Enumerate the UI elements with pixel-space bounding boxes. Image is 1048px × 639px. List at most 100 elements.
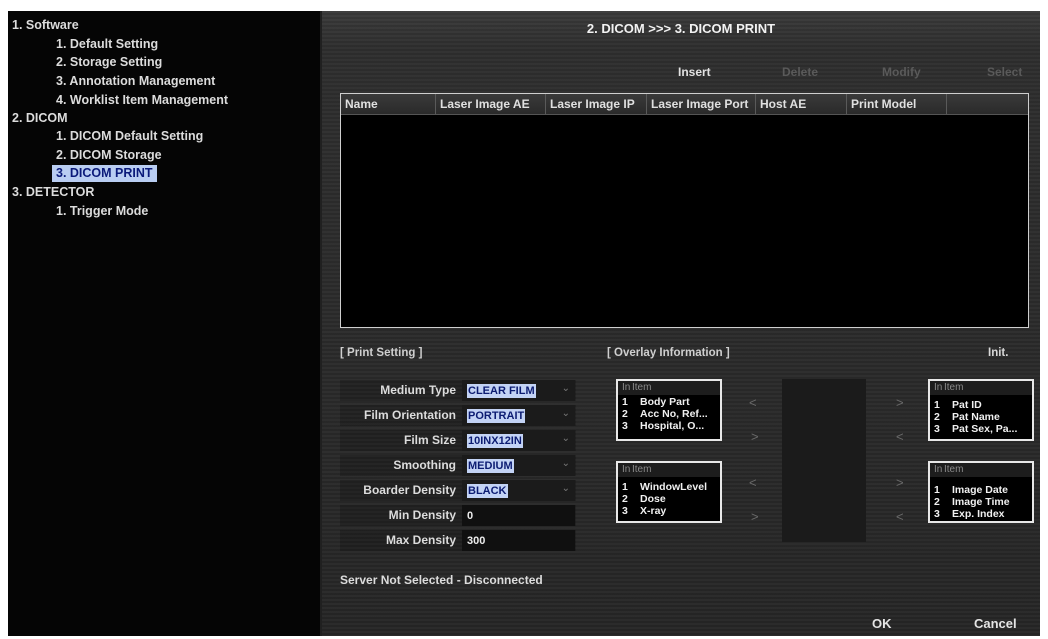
list-item-index: 3 — [622, 505, 628, 517]
list-item[interactable]: 2 Pat Name — [930, 411, 1032, 423]
list-item-index: 2 — [934, 496, 940, 508]
film-size-select[interactable]: 10INX12IN ⌄ — [462, 430, 575, 451]
item-column-header: Item — [944, 382, 964, 393]
chevron-down-icon: ⌄ — [561, 483, 570, 494]
move-right-arrow-icon[interactable]: > — [751, 509, 759, 524]
move-right-arrow-icon[interactable]: > — [751, 429, 759, 444]
max-density-input[interactable] — [462, 530, 575, 551]
print-server-table[interactable]: Name Laser Image AE Laser Image IP Laser… — [340, 93, 1029, 328]
print-setting-title: [ Print Setting ] — [340, 347, 423, 359]
move-right-arrow-icon[interactable]: > — [896, 475, 904, 490]
move-left-arrow-icon[interactable]: < — [749, 475, 757, 490]
delete-button[interactable]: Delete — [782, 65, 818, 79]
move-right-arrow-icon[interactable]: > — [896, 395, 904, 410]
move-left-arrow-icon[interactable]: < — [896, 429, 904, 444]
tree-item-dicom-default-setting[interactable]: 1. DICOM Default Setting — [56, 128, 203, 145]
select-button[interactable]: Select — [987, 65, 1022, 79]
tree-item-dicom-storage[interactable]: 2. DICOM Storage — [56, 147, 162, 164]
list-item-index: 2 — [622, 493, 628, 505]
overlay-bottom-left-list[interactable]: In Item 1 WindowLevel 2 Dose 3 X-ray — [616, 461, 722, 523]
item-column-header: Item — [944, 464, 964, 475]
tree-item-trigger-mode[interactable]: 1. Trigger Mode — [56, 203, 148, 220]
min-density-label: Min Density — [388, 508, 456, 522]
cancel-button[interactable]: Cancel — [974, 616, 1017, 631]
app-window: 1. Software 1. Default Setting 2. Storag… — [8, 11, 1040, 636]
overlay-top-right-list[interactable]: In Item 1 Pat ID 2 Pat Name 3 Pat Sex, Pa..… — [928, 379, 1034, 441]
list-item[interactable]: 1 Image Date — [930, 484, 1032, 496]
tree-item-dicom-print[interactable]: 3. DICOM PRINT — [52, 165, 157, 182]
border-density-label: Boarder Density — [363, 483, 456, 497]
list-item[interactable]: 2 Acc No, Ref... — [618, 408, 720, 420]
list-item-label: Pat Sex, Pa... — [952, 423, 1018, 435]
ok-button[interactable]: OK — [872, 616, 892, 631]
tree-item-annotation-management[interactable]: 3. Annotation Management — [56, 73, 215, 90]
smoothing-value: MEDIUM — [467, 459, 514, 473]
overlay-list-header: In Item — [618, 463, 720, 477]
column-header-laser-image-ae[interactable]: Laser Image AE — [436, 94, 546, 114]
insert-button[interactable]: Insert — [678, 65, 711, 79]
list-item-label: Dose — [640, 493, 666, 505]
list-item-index: 3 — [934, 423, 940, 435]
table-header: Name Laser Image AE Laser Image IP Laser… — [341, 94, 1028, 115]
overlay-bottom-right-list[interactable]: In Item 1 Image Date 2 Image Time 3 Exp. In… — [928, 461, 1034, 523]
chevron-down-icon: ⌄ — [561, 408, 570, 419]
min-density-input[interactable] — [462, 505, 575, 526]
tree-item-dicom[interactable]: 2. DICOM — [12, 110, 68, 127]
list-item[interactable]: 1 Pat ID — [930, 399, 1032, 411]
column-header-print-model[interactable]: Print Model — [847, 94, 947, 114]
list-item[interactable]: 3 X-ray — [618, 505, 720, 517]
tree-item-detector[interactable]: 3. DETECTOR — [12, 184, 94, 201]
list-item[interactable]: 3 Pat Sex, Pa... — [930, 423, 1032, 435]
tree-item-software[interactable]: 1. Software — [12, 17, 79, 34]
index-column-header: In — [934, 464, 943, 475]
item-column-header: Item — [632, 382, 652, 393]
overlay-information-title: [ Overlay Information ] — [607, 347, 730, 359]
list-item-index: 1 — [622, 481, 628, 493]
film-orientation-label: Film Orientation — [363, 408, 456, 422]
column-header-name[interactable]: Name — [341, 94, 436, 114]
smoothing-label: Smoothing — [393, 458, 456, 472]
smoothing-select[interactable]: MEDIUM ⌄ — [462, 455, 575, 476]
column-header-laser-image-port[interactable]: Laser Image Port — [647, 94, 756, 114]
list-item-index: 3 — [622, 420, 628, 432]
list-item-label: Hospital, O... — [640, 420, 705, 432]
list-item[interactable]: 2 Image Time — [930, 496, 1032, 508]
list-item[interactable]: 1 WindowLevel — [618, 481, 720, 493]
list-item-label: Pat Name — [952, 411, 1000, 423]
overlay-top-left-list[interactable]: In Item 1 Body Part 2 Acc No, Ref... 3 Hosp… — [616, 379, 722, 441]
list-item-label: Acc No, Ref... — [640, 408, 708, 420]
index-column-header: In — [622, 464, 631, 475]
list-item-index: 1 — [622, 396, 628, 408]
list-item-index: 3 — [934, 508, 940, 520]
list-item-label: X-ray — [640, 505, 667, 517]
list-item[interactable]: 3 Hospital, O... — [618, 420, 720, 432]
modify-button[interactable]: Modify — [882, 65, 921, 79]
init-button[interactable]: Init. — [988, 347, 1008, 359]
move-left-arrow-icon[interactable]: < — [749, 395, 757, 410]
list-item[interactable]: 3 Exp. Index — [930, 508, 1032, 520]
move-left-arrow-icon[interactable]: < — [896, 509, 904, 524]
tree-item-worklist-item-management[interactable]: 4. Worklist Item Management — [56, 92, 228, 109]
max-density-label: Max Density — [385, 533, 456, 547]
list-item-label: Image Date — [952, 484, 1009, 496]
list-item-label: Exp. Index — [952, 508, 1005, 520]
medium-type-select[interactable]: CLEAR FILM ⌄ — [462, 380, 575, 401]
film-size-value: 10INX12IN — [467, 434, 523, 448]
list-item-label: Pat ID — [952, 399, 982, 411]
border-density-select[interactable]: BLACK ⌄ — [462, 480, 575, 501]
film-orientation-select[interactable]: PORTRAIT ⌄ — [462, 405, 575, 426]
film-size-label: Film Size — [403, 433, 456, 447]
overlay-list-header: In Item — [930, 381, 1032, 395]
tree-item-default-setting[interactable]: 1. Default Setting — [56, 36, 158, 53]
border-density-value: BLACK — [467, 484, 508, 498]
column-header-host-ae[interactable]: Host AE — [756, 94, 847, 114]
list-item[interactable]: 2 Dose — [618, 493, 720, 505]
page-title: 2. DICOM >>> 3. DICOM PRINT — [586, 21, 776, 36]
list-item-label: Body Part — [640, 396, 690, 408]
medium-type-value: CLEAR FILM — [467, 384, 536, 398]
connection-status: Server Not Selected - Disconnected — [340, 573, 543, 587]
list-item-index: 2 — [622, 408, 628, 420]
column-header-laser-image-ip[interactable]: Laser Image IP — [546, 94, 647, 114]
tree-item-storage-setting[interactable]: 2. Storage Setting — [56, 54, 162, 71]
list-item[interactable]: 1 Body Part — [618, 396, 720, 408]
